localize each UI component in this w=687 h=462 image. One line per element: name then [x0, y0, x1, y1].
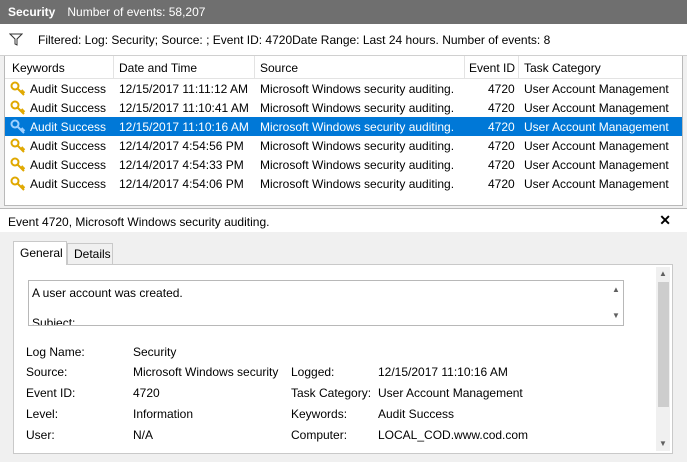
general-panel: A user account was created. Subject: ▲ ▼… [13, 264, 673, 454]
scroll-up-icon[interactable]: ▲ [659, 269, 667, 278]
row-keyword: Audit Success [30, 120, 107, 134]
row-date-time: 12/14/2017 4:54:56 PM [119, 139, 244, 153]
description-scrollbar[interactable]: ▲ ▼ [609, 281, 623, 325]
row-source: Microsoft Windows security auditing. [260, 177, 455, 191]
source-label: Source: [26, 365, 68, 379]
tab-details[interactable]: Details [67, 243, 113, 264]
log-name-label: Log Name: [26, 345, 85, 359]
row-keyword: Audit Success [30, 101, 107, 115]
row-event-id: 4720 [488, 177, 515, 191]
column-task-category[interactable]: Task Category [524, 61, 601, 75]
column-keywords[interactable]: Keywords [12, 61, 65, 75]
row-date-time: 12/15/2017 11:11:12 AM [119, 82, 248, 96]
panel-scrollbar[interactable]: ▲ ▼ [656, 267, 670, 451]
scroll-up-icon[interactable]: ▲ [612, 285, 620, 294]
key-icon [10, 119, 26, 134]
key-icon [10, 100, 26, 115]
row-date-time: 12/14/2017 4:54:33 PM [119, 158, 244, 172]
close-icon[interactable]: ✕ [659, 212, 671, 229]
description-line: Subject: [32, 316, 76, 326]
description-line: A user account was created. [32, 286, 183, 300]
row-keyword: Audit Success [30, 139, 107, 153]
row-event-id: 4720 [488, 158, 515, 172]
row-source: Microsoft Windows security auditing. [260, 82, 455, 96]
task-category-value: User Account Management [378, 386, 523, 400]
row-date-time: 12/15/2017 11:10:41 AM [119, 101, 249, 115]
row-keyword: Audit Success [30, 177, 107, 191]
row-source: Microsoft Windows security auditing. [260, 139, 455, 153]
row-event-id: 4720 [488, 139, 515, 153]
task-category-label: Task Category: [291, 386, 372, 400]
filter-text: Filtered: Log: Security; Source: ; Event… [38, 33, 551, 47]
event-detail-title: Event 4720, Microsoft Windows security a… [8, 215, 270, 229]
row-task-category: User Account Management [524, 120, 669, 134]
row-task-category: User Account Management [524, 139, 669, 153]
log-name-value: Security [133, 345, 177, 359]
row-source: Microsoft Windows security auditing. [260, 120, 455, 134]
grid-header: Keywords Date and Time Source Event ID T… [5, 56, 682, 79]
table-row[interactable]: Audit Success 12/15/2017 11:10:16 AM Micro… [5, 117, 682, 136]
log-titlebar: Security Number of events: 58,207 [0, 0, 687, 24]
user-label: User: [26, 428, 55, 442]
source-value: Microsoft Windows security [133, 365, 279, 379]
level-label: Level: [26, 407, 59, 421]
row-source: Microsoft Windows security auditing. [260, 158, 455, 172]
event-grid[interactable]: Keywords Date and Time Source Event ID T… [4, 56, 683, 206]
row-task-category: User Account Management [524, 158, 669, 172]
logged-label: Logged: [291, 365, 335, 379]
filter-icon [9, 33, 23, 46]
row-event-id: 4720 [488, 101, 515, 115]
column-event-id[interactable]: Event ID [469, 61, 515, 75]
key-icon [10, 157, 26, 172]
event-description[interactable]: A user account was created. Subject: ▲ ▼ [28, 280, 624, 326]
event-count: Number of events: 58,207 [67, 5, 206, 19]
logged-value: 12/15/2017 11:10:16 AM [378, 365, 508, 379]
computer-label: Computer: [291, 428, 348, 442]
row-task-category: User Account Management [524, 177, 669, 191]
log-title: Security [8, 5, 56, 19]
filter-bar: Filtered: Log: Security; Source: ; Event… [0, 24, 687, 56]
tab-general[interactable]: General [13, 241, 67, 265]
row-task-category: User Account Management [524, 101, 669, 115]
row-task-category: User Account Management [524, 82, 669, 96]
table-row[interactable]: Audit Success 12/14/2017 4:54:06 PM Micros… [5, 174, 682, 193]
row-keyword: Audit Success [30, 158, 107, 172]
key-icon [10, 81, 26, 96]
keywords-label: Keywords: [291, 407, 348, 421]
key-icon [10, 138, 26, 153]
event-id-label: Event ID: [26, 386, 76, 400]
scroll-thumb[interactable] [658, 282, 669, 407]
row-event-id: 4720 [488, 82, 515, 96]
scroll-down-icon[interactable]: ▼ [659, 439, 667, 448]
row-event-id: 4720 [488, 120, 515, 134]
user-value: N/A [133, 428, 154, 442]
row-source: Microsoft Windows security auditing. [260, 101, 455, 115]
table-row[interactable]: Audit Success 12/15/2017 11:10:41 AM Micro… [5, 98, 682, 117]
scroll-down-icon[interactable]: ▼ [612, 311, 620, 320]
column-date-time[interactable]: Date and Time [119, 61, 197, 75]
row-keyword: Audit Success [30, 82, 107, 96]
table-row[interactable]: Audit Success 12/15/2017 11:11:12 AM Micro… [5, 79, 682, 98]
table-row[interactable]: Audit Success 12/14/2017 4:54:56 PM Micros… [5, 136, 682, 155]
event-detail-header: Event 4720, Microsoft Windows security a… [0, 208, 687, 232]
event-id-value: 4720 [133, 386, 160, 400]
row-date-time: 12/15/2017 11:10:16 AM [119, 120, 249, 134]
level-value: Information [133, 407, 194, 421]
keywords-value: Audit Success [378, 407, 455, 421]
table-row[interactable]: Audit Success 12/14/2017 4:54:33 PM Micros… [5, 155, 682, 174]
column-source[interactable]: Source [260, 61, 298, 75]
computer-value: LOCAL_COD.www.cod.com [378, 428, 529, 442]
key-icon [10, 176, 26, 191]
row-date-time: 12/14/2017 4:54:06 PM [119, 177, 244, 191]
event-rows: Audit Success 12/15/2017 11:11:12 AM Micro… [5, 79, 682, 193]
